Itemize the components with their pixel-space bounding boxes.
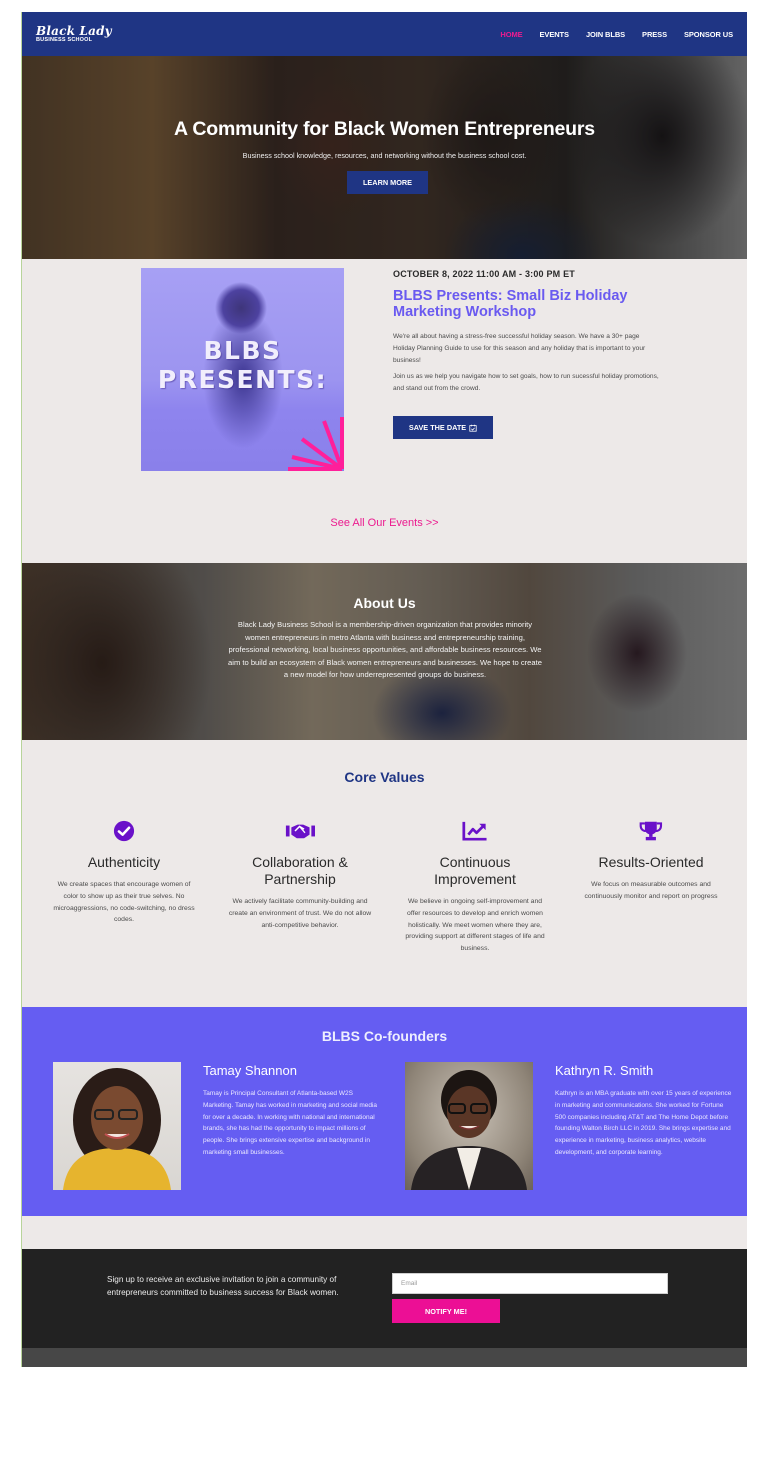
nav-item-press[interactable]: PRESS <box>634 30 676 39</box>
founder-name: Tamay Shannon <box>203 1063 297 1078</box>
event-image-line2: PRESENTS: <box>157 365 328 394</box>
cofounders-section: BLBS Co-founders Tamay Shannon Tamay is … <box>22 1007 747 1216</box>
event-date: OCTOBER 8, 2022 11:00 AM - 3:00 PM ET <box>393 269 575 279</box>
core-values-title: Core Values <box>344 769 425 785</box>
value-name: Collaboration & Partnership <box>252 854 348 887</box>
founder-photo-tamay <box>53 1062 181 1190</box>
nav-item-home[interactable]: HOME <box>492 30 531 39</box>
top-nav: Black Lady BUSINESS SCHOOL HOME EVENTS J… <box>22 12 747 56</box>
nav-links: HOME EVENTS JOIN BLBS PRESS SPONSOR US <box>492 30 733 39</box>
cofounders-title: BLBS Co-founders <box>321 1028 448 1044</box>
value-card-results-oriented: Results-Oriented We focus on measurable … <box>576 819 726 903</box>
page: Black Lady BUSINESS SCHOOL HOME EVENTS J… <box>21 12 747 1367</box>
save-the-date-button[interactable]: SAVE THE DATE <box>393 416 493 439</box>
portrait-image <box>411 1070 527 1190</box>
value-card-continuous-improvement: Continuous Improvement We believe in ong… <box>400 819 550 955</box>
about-section: About Us Black Lady Business School is a… <box>22 563 747 740</box>
section-spacer <box>22 1216 747 1249</box>
founder-bio: Tamay is Principal Consultant of Atlanta… <box>203 1090 378 1156</box>
rays-decoration-icon <box>288 417 344 471</box>
event-image[interactable]: BLBS PRESENTS: <box>141 268 344 471</box>
chart-line-icon <box>462 821 487 841</box>
calendar-check-icon <box>469 424 477 432</box>
footer-bar <box>22 1348 747 1367</box>
about-text: Black Lady Business School is a membersh… <box>228 620 542 679</box>
email-input[interactable] <box>392 1273 668 1294</box>
event-description-2: Join us as we help you navigate how to s… <box>393 373 659 392</box>
featured-event-section: BLBS PRESENTS: OCTOBER 8, 2022 11:00 AM … <box>22 259 747 563</box>
nav-item-join-blbs[interactable]: JOIN BLBS <box>577 30 633 39</box>
learn-more-button[interactable]: LEARN MORE <box>347 171 428 194</box>
value-name: Continuous Improvement <box>434 854 516 887</box>
logo-subtitle: BUSINESS SCHOOL <box>36 36 93 43</box>
event-description-1: We're all about having a stress-free suc… <box>393 333 646 364</box>
value-description: We create spaces that encourage women of… <box>53 881 195 924</box>
founder-bio: Kathryn is an MBA graduate with over 15 … <box>555 1090 732 1156</box>
portrait-image <box>63 1068 171 1190</box>
signup-text: Sign up to receive an exclusive invitati… <box>107 1275 339 1297</box>
see-all-events-link[interactable]: See All Our Events >> <box>22 517 747 529</box>
value-description: We focus on measurable outcomes and cont… <box>584 881 718 900</box>
trophy-icon <box>639 821 663 841</box>
nav-item-sponsor-us[interactable]: SPONSOR US <box>675 30 733 39</box>
nav-item-events[interactable]: EVENTS <box>531 30 577 39</box>
event-image-text: BLBS PRESENTS: <box>141 336 344 394</box>
hero-title: A Community for Black Women Entrepreneur… <box>174 118 595 140</box>
check-circle-icon <box>113 820 135 842</box>
save-the-date-label: SAVE THE DATE <box>408 423 467 432</box>
event-image-line1: BLBS <box>203 336 282 365</box>
hero-section: A Community for Black Women Entrepreneur… <box>22 56 747 259</box>
founder-name: Kathryn R. Smith <box>555 1063 654 1078</box>
value-card-authenticity: Authenticity We create spaces that encou… <box>49 819 199 926</box>
notify-me-button[interactable]: NOTIFY ME! <box>392 1299 500 1323</box>
newsletter-signup-section: Sign up to receive an exclusive invitati… <box>22 1249 747 1348</box>
value-description: We believe in ongoing self-improvement a… <box>405 898 545 953</box>
hero-subtitle: Business school knowledge, resources, an… <box>242 151 527 160</box>
event-title[interactable]: BLBS Presents: Small Biz Holiday Marketi… <box>393 288 663 320</box>
core-values-section: Core Values Authenticity We create space… <box>22 740 747 1007</box>
about-title: About Us <box>353 595 416 611</box>
founder-photo-kathryn <box>405 1062 533 1190</box>
value-name: Results-Oriented <box>598 854 704 870</box>
value-card-collaboration: Collaboration & Partnership We actively … <box>225 819 375 931</box>
handshake-icon <box>285 824 315 839</box>
logo-script-text: Black Lady <box>36 23 112 38</box>
value-description: We actively facilitate community-buildin… <box>228 898 372 929</box>
value-name: Authenticity <box>87 854 161 870</box>
site-logo[interactable]: Black Lady BUSINESS SCHOOL <box>36 25 112 44</box>
